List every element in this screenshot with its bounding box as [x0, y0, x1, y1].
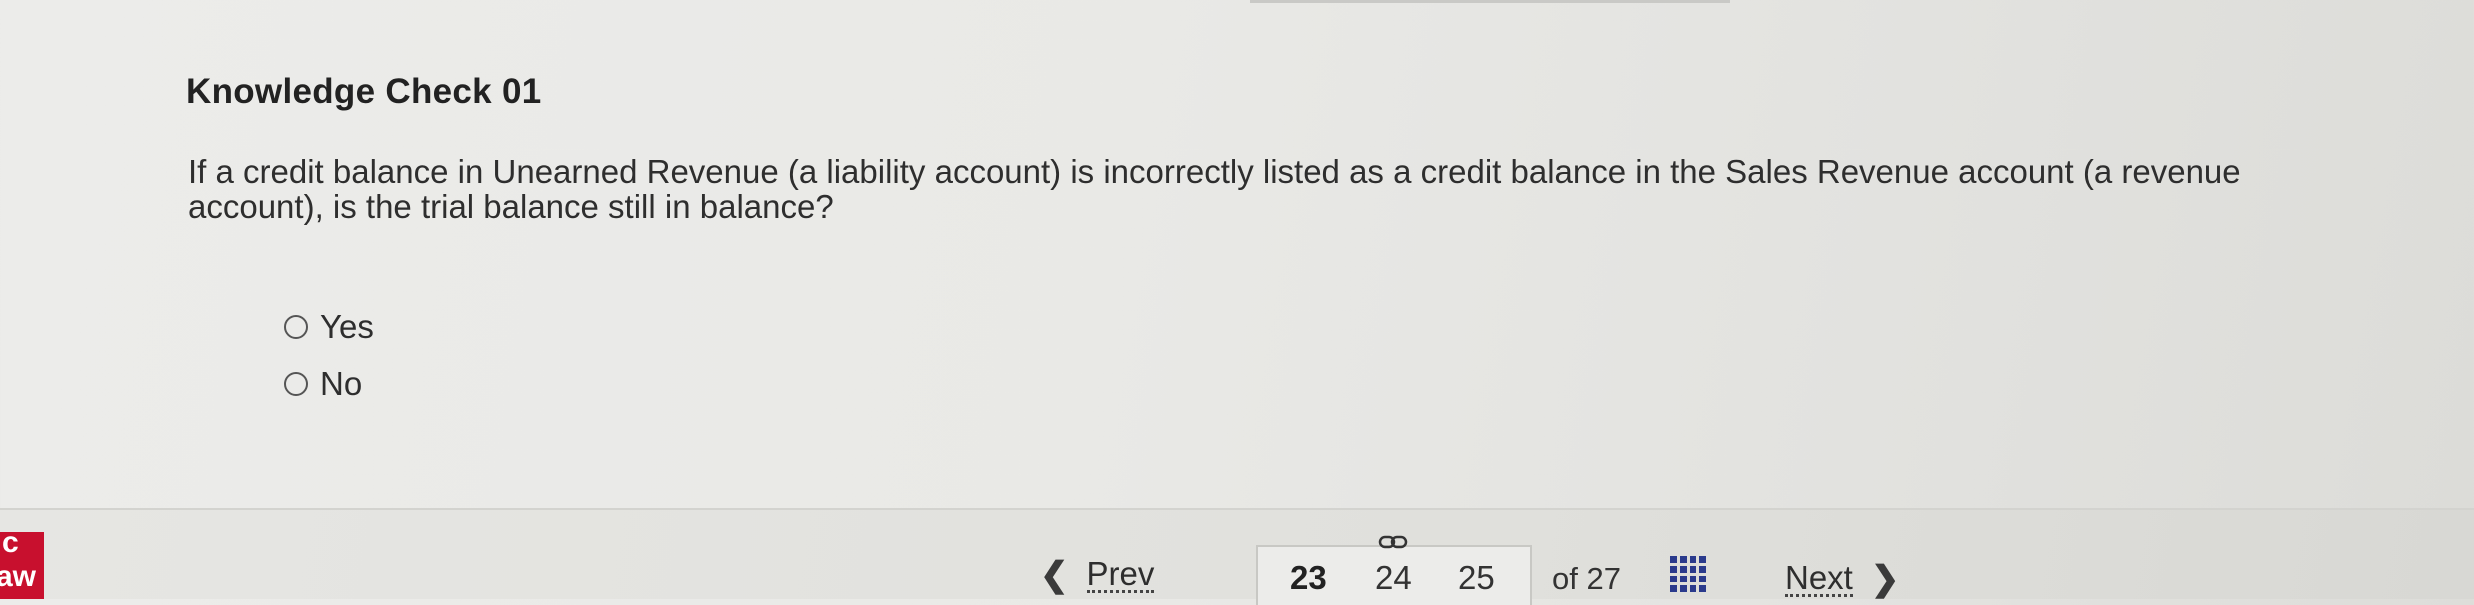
brand-logo-top: c	[2, 532, 19, 559]
top-divider	[1250, 0, 1730, 3]
radio-button-no[interactable]	[284, 372, 308, 396]
brand-logo: c aw	[0, 532, 44, 599]
page-number-24[interactable]: 24	[1375, 559, 1412, 597]
page-total: of 27	[1552, 561, 1621, 596]
grid-icon[interactable]	[1670, 556, 1706, 592]
answer-option-yes[interactable]: Yes	[284, 308, 374, 346]
page-number-23[interactable]: 23	[1290, 559, 1327, 597]
chevron-right-icon: ❯	[1870, 560, 1900, 598]
link-icon	[1378, 535, 1408, 549]
next-label: Next	[1785, 558, 1853, 597]
question-text: If a credit balance in Unearned Revenue …	[188, 153, 2241, 225]
prev-label: Prev	[1086, 554, 1155, 593]
answer-label-no: No	[320, 365, 363, 402]
brand-logo-bottom: aw	[0, 560, 37, 593]
navigation-footer	[0, 510, 2474, 599]
next-button[interactable]: Next ❯	[1785, 559, 1899, 599]
prev-button[interactable]: ❮ Prev	[1040, 554, 1155, 595]
page-number-25[interactable]: 25	[1458, 559, 1495, 597]
answer-option-no[interactable]: No	[284, 365, 362, 403]
question-title: Knowledge Check 01	[186, 72, 542, 111]
chevron-left-icon: ❮	[1040, 556, 1069, 594]
answer-label-yes: Yes	[320, 308, 374, 345]
radio-button-yes[interactable]	[284, 315, 308, 339]
